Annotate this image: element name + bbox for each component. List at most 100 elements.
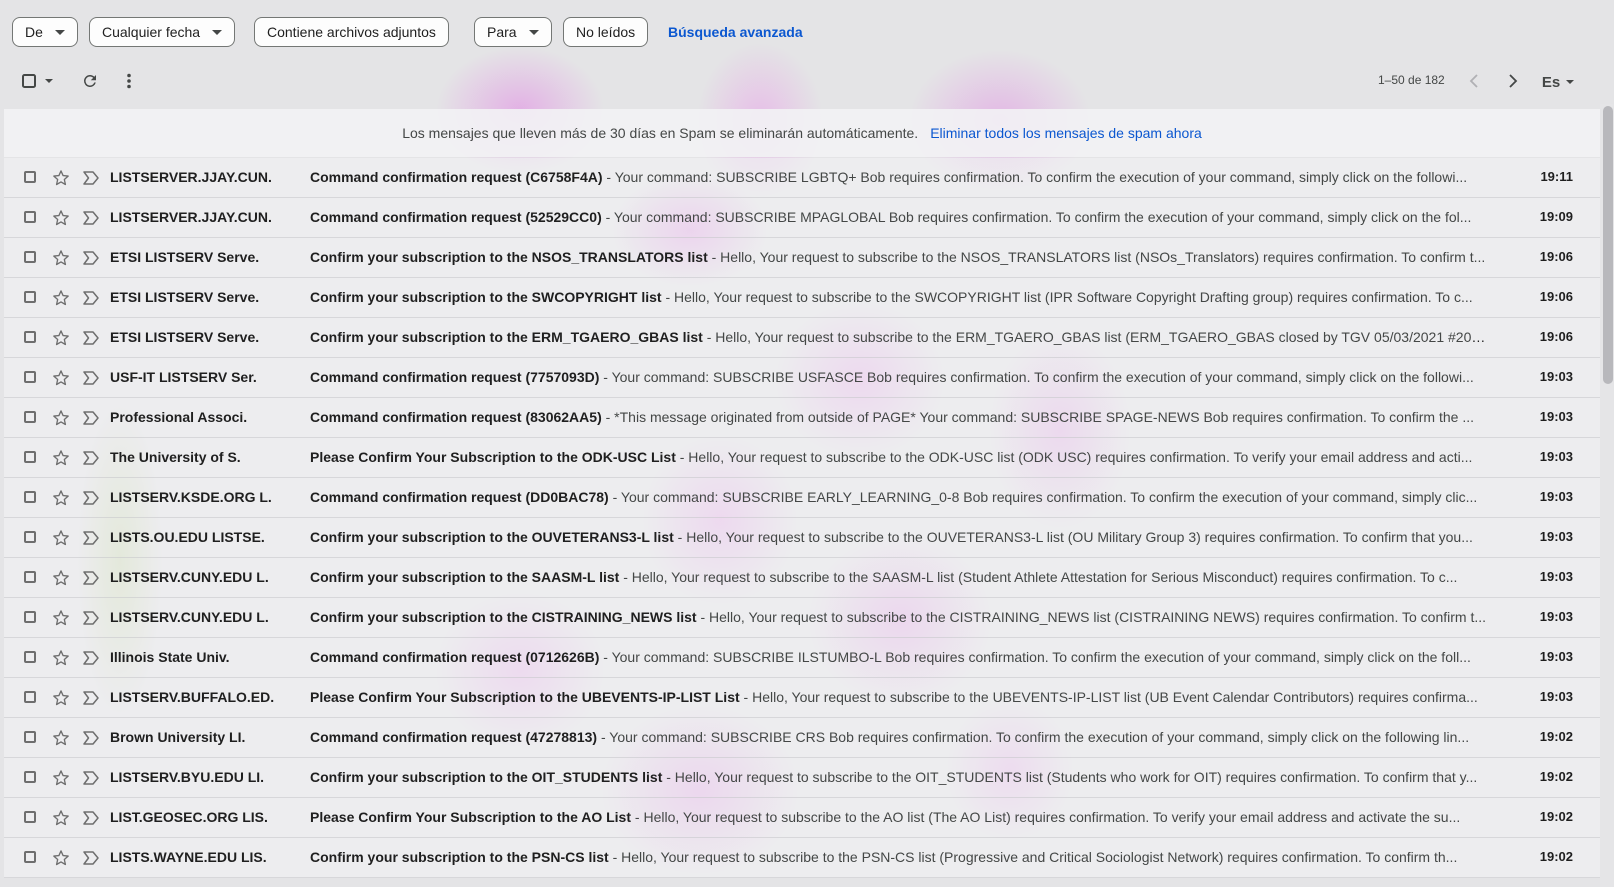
row-checkbox[interactable]	[24, 251, 36, 263]
email-row[interactable]: USF-IT LISTSERV Ser. Command confirmation…	[4, 358, 1600, 398]
row-checkbox[interactable]	[24, 291, 36, 303]
delete-all-spam-link[interactable]: Eliminar todos los mensajes de spam ahor…	[930, 125, 1202, 141]
row-checkbox[interactable]	[24, 731, 36, 743]
select-all-checkbox[interactable]	[20, 72, 56, 90]
star-icon[interactable]	[51, 328, 71, 348]
email-row[interactable]: Illinois State Univ. Command confirmation…	[4, 638, 1600, 678]
important-marker-icon[interactable]	[82, 650, 100, 666]
email-row[interactable]: ETSI LISTSERV Serve. Confirm your subscri…	[4, 318, 1600, 358]
star-icon[interactable]	[51, 488, 71, 508]
email-subject: Command confirmation request (DD0BAC78)	[310, 489, 609, 505]
important-marker-icon[interactable]	[82, 410, 100, 426]
email-row[interactable]: ETSI LISTSERV Serve. Confirm your subscri…	[4, 278, 1600, 318]
row-checkbox[interactable]	[24, 651, 36, 663]
important-marker-icon[interactable]	[82, 330, 100, 346]
more-options-button[interactable]	[119, 71, 139, 91]
date-filter-chip[interactable]: Cualquier fecha	[89, 17, 236, 47]
older-page-button[interactable]	[1504, 72, 1522, 90]
unread-filter-chip[interactable]: No leídos	[563, 17, 649, 47]
row-checkbox[interactable]	[24, 851, 36, 863]
important-marker-icon[interactable]	[82, 250, 100, 266]
important-marker-icon[interactable]	[82, 210, 100, 226]
star-icon[interactable]	[51, 648, 71, 668]
row-checkbox[interactable]	[24, 371, 36, 383]
email-row[interactable]: LISTS.WAYNE.EDU LIS. Confirm your subscri…	[4, 838, 1600, 878]
important-marker-icon[interactable]	[82, 370, 100, 386]
email-subject: Command confirmation request (83062AA5)	[310, 409, 602, 425]
email-row[interactable]: The University of S. Please Confirm Your …	[4, 438, 1600, 478]
row-checkbox[interactable]	[24, 491, 36, 503]
email-subject: Command confirmation request (52529CC0)	[310, 209, 602, 225]
email-row[interactable]: LISTSERVER.JJAY.CUN. Command confirmation…	[4, 198, 1600, 238]
star-icon[interactable]	[51, 688, 71, 708]
star-icon[interactable]	[51, 728, 71, 748]
email-row[interactable]: LISTSERV.CUNY.EDU L. Confirm your subscri…	[4, 598, 1600, 638]
important-marker-icon[interactable]	[82, 490, 100, 506]
star-icon[interactable]	[51, 368, 71, 388]
star-icon[interactable]	[51, 568, 71, 588]
email-time: 19:03	[1539, 649, 1573, 664]
email-content: Confirm your subscription to the SWCOPYR…	[310, 289, 1490, 305]
important-marker-icon[interactable]	[82, 690, 100, 706]
advanced-search-link[interactable]: Búsqueda avanzada	[668, 24, 803, 40]
email-row[interactable]: Brown University LI. Command confirmation…	[4, 718, 1600, 758]
email-row[interactable]: ETSI LISTSERV Serve. Confirm your subscri…	[4, 238, 1600, 278]
email-row[interactable]: LISTSERVER.JJAY.CUN. Command confirmation…	[4, 158, 1600, 198]
important-marker-icon[interactable]	[82, 770, 100, 786]
to-filter-chip[interactable]: Para	[474, 17, 552, 47]
email-row[interactable]: Professional Associ. Command confirmation…	[4, 398, 1600, 438]
star-icon[interactable]	[51, 408, 71, 428]
email-content: Confirm your subscription to the SAASM-L…	[310, 569, 1490, 585]
row-checkbox[interactable]	[24, 611, 36, 623]
star-icon[interactable]	[51, 768, 71, 788]
refresh-button[interactable]	[80, 71, 100, 91]
row-checkbox[interactable]	[24, 691, 36, 703]
email-row[interactable]: LIST.GEOSEC.ORG LIS. Please Confirm Your …	[4, 798, 1600, 838]
email-row[interactable]: LISTSERV.BYU.EDU LI. Confirm your subscri…	[4, 758, 1600, 798]
row-checkbox[interactable]	[24, 531, 36, 543]
star-icon[interactable]	[51, 168, 71, 188]
scrollbar-thumb[interactable]	[1603, 106, 1613, 384]
email-snippet: - Your command: SUBSCRIBE MPAGLOBAL Bob …	[601, 209, 1472, 225]
star-icon[interactable]	[51, 608, 71, 628]
star-icon[interactable]	[51, 448, 71, 468]
email-row[interactable]: LISTS.OU.EDU LISTSE. Confirm your subscri…	[4, 518, 1600, 558]
row-checkbox[interactable]	[24, 331, 36, 343]
email-row[interactable]: LISTSERV.CUNY.EDU L. Confirm your subscri…	[4, 558, 1600, 598]
from-filter-chip[interactable]: De	[12, 17, 78, 47]
email-subject: Please Confirm Your Subscription to the …	[310, 809, 632, 825]
row-checkbox[interactable]	[24, 771, 36, 783]
important-marker-icon[interactable]	[82, 570, 100, 586]
star-icon[interactable]	[51, 208, 71, 228]
row-checkbox[interactable]	[24, 811, 36, 823]
attachments-filter-chip[interactable]: Contiene archivos adjuntos	[254, 17, 449, 47]
row-checkbox[interactable]	[24, 411, 36, 423]
newer-page-button[interactable]	[1465, 72, 1483, 90]
important-marker-icon[interactable]	[82, 730, 100, 746]
email-time: 19:03	[1539, 609, 1573, 624]
email-snippet: - Hello, Your request to subscribe to th…	[702, 329, 1490, 345]
row-checkbox[interactable]	[24, 171, 36, 183]
email-snippet: - Your command: SUBSCRIBE EARLY_LEARNING…	[608, 489, 1478, 505]
important-marker-icon[interactable]	[82, 170, 100, 186]
important-marker-icon[interactable]	[82, 610, 100, 626]
important-marker-icon[interactable]	[82, 530, 100, 546]
spam-notice-banner: Los mensajes que lleven más de 30 días e…	[4, 109, 1600, 157]
important-marker-icon[interactable]	[82, 450, 100, 466]
row-checkbox[interactable]	[24, 211, 36, 223]
important-marker-icon[interactable]	[82, 290, 100, 306]
row-checkbox[interactable]	[24, 571, 36, 583]
email-row[interactable]: LISTSERV.KSDE.ORG L. Command confirmation…	[4, 478, 1600, 518]
email-row[interactable]: LISTSERV.BUFFALO.ED. Please Confirm Your …	[4, 678, 1600, 718]
email-snippet: - Your command: SUBSCRIBE USFASCE Bob re…	[599, 369, 1474, 385]
star-icon[interactable]	[51, 808, 71, 828]
important-marker-icon[interactable]	[82, 810, 100, 826]
star-icon[interactable]	[51, 848, 71, 868]
row-checkbox[interactable]	[24, 451, 36, 463]
star-icon[interactable]	[51, 288, 71, 308]
email-snippet: - Hello, Your request to subscribe to th…	[675, 449, 1473, 465]
star-icon[interactable]	[51, 248, 71, 268]
input-tools-button[interactable]: Es	[1540, 72, 1576, 92]
important-marker-icon[interactable]	[82, 850, 100, 866]
star-icon[interactable]	[51, 528, 71, 548]
